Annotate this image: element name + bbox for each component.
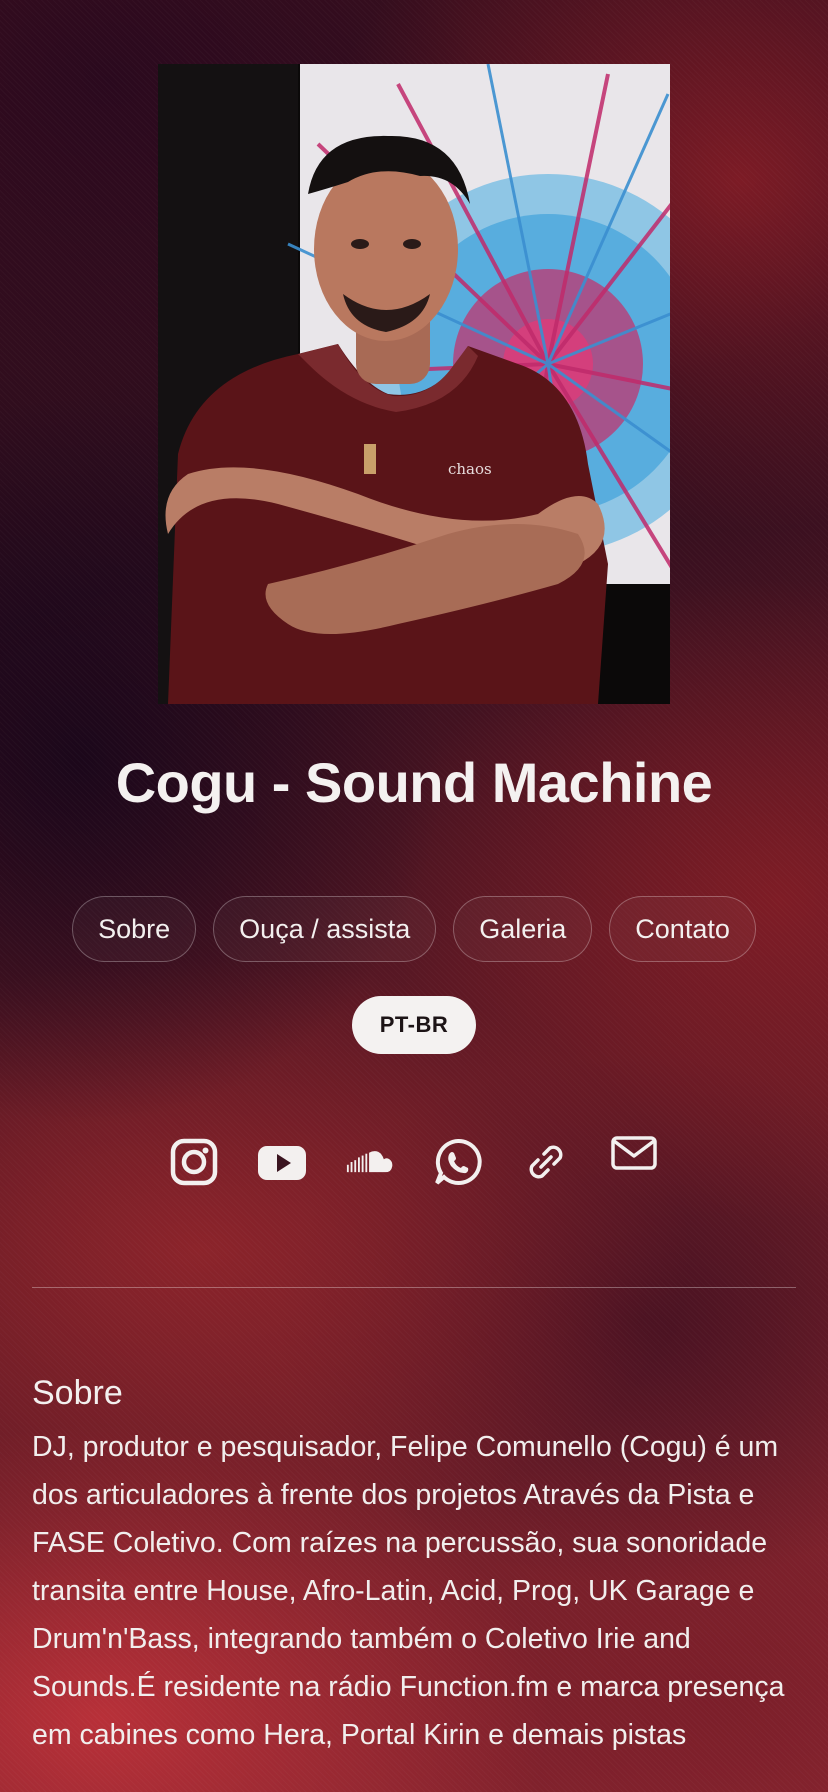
page: chaos Cogu - Sound Machine Sobre Ouça / … (0, 0, 828, 1792)
social-links (0, 1134, 828, 1190)
nav-item-contato[interactable]: Contato (609, 896, 756, 962)
nav-item-ouca-assista[interactable]: Ouça / assista (213, 896, 437, 962)
about-text: DJ, produtor e pesquisador, Felipe Comun… (32, 1431, 785, 1751)
main-nav: Sobre Ouça / assista Galeria Contato (0, 896, 828, 962)
about-heading: Sobre (32, 1374, 123, 1412)
language-toggle-button[interactable]: PT-BR (352, 996, 476, 1054)
nav-item-galeria[interactable]: Galeria (453, 896, 593, 962)
instagram-icon[interactable] (170, 1134, 218, 1190)
page-title: Cogu - Sound Machine (115, 751, 713, 814)
youtube-icon[interactable] (258, 1134, 306, 1190)
email-icon[interactable] (610, 1134, 658, 1190)
nav-item-sobre[interactable]: Sobre (72, 896, 197, 962)
link-icon[interactable] (522, 1134, 570, 1190)
svg-text:chaos: chaos (448, 460, 492, 478)
whatsapp-icon[interactable] (434, 1134, 482, 1190)
soundcloud-icon[interactable] (346, 1134, 394, 1190)
profile-photo: chaos (158, 64, 670, 704)
section-divider (32, 1287, 796, 1288)
